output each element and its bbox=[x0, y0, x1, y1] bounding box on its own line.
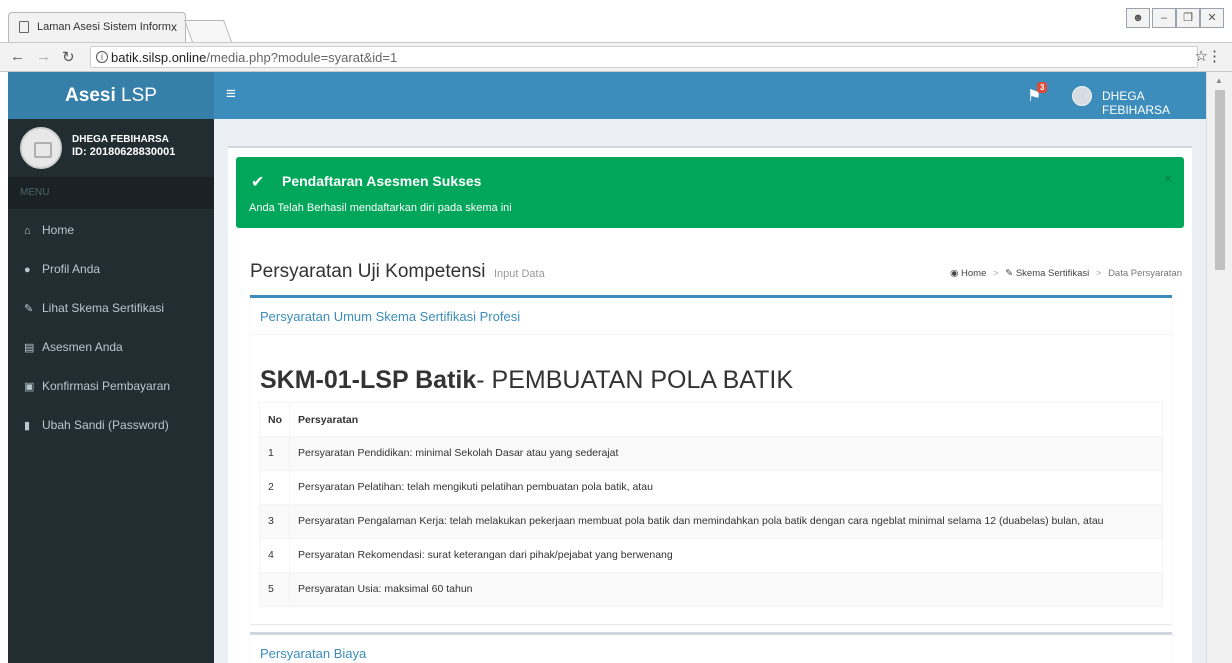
address-bar: ← → ↻ i batik.silsp.online/media.php?mod… bbox=[0, 42, 1232, 72]
sidebar-item-label: Konfirmasi Pembayaran bbox=[42, 379, 171, 393]
sidebar-item-profil[interactable]: ● Profil Anda bbox=[8, 250, 214, 288]
edit-icon: ✎ bbox=[24, 303, 34, 315]
table-row: 2 Persyaratan Pelatihan: telah mengikuti… bbox=[259, 470, 1163, 505]
breadcrumb-home[interactable]: Home bbox=[961, 268, 986, 279]
check-icon: ✔ bbox=[251, 174, 265, 191]
sidebar-item-asesmen[interactable]: ▤ Asesmen Anda bbox=[8, 328, 214, 366]
edit-icon: ✎ bbox=[1005, 268, 1014, 279]
reload-icon[interactable]: ↻ bbox=[62, 48, 75, 66]
page-icon bbox=[19, 21, 29, 33]
browser-tab[interactable]: Laman Asesi Sistem Inform x bbox=[8, 12, 186, 42]
browser-tab-bar: Laman Asesi Sistem Inform x ☻ – ❐ ✕ bbox=[0, 0, 1232, 42]
sidebar-item-password[interactable]: ▮ Ubah Sandi (Password) bbox=[8, 406, 214, 444]
cell-requirement: Persyaratan Pendidikan: minimal Sekolah … bbox=[289, 436, 1163, 471]
app-window: Asesi LSP ≡ ⚑ 3 DHEGA FEBIHARSA DHEGA FE… bbox=[8, 72, 1206, 663]
bookmark-star-icon[interactable]: ☆ bbox=[1195, 47, 1208, 65]
panel-user-id: ID: 20180628830001 bbox=[72, 146, 176, 158]
sidebar-item-home[interactable]: ⌂ Home bbox=[8, 211, 214, 249]
forward-icon[interactable]: → bbox=[36, 48, 51, 65]
tab-title: Laman Asesi Sistem Inform bbox=[37, 21, 171, 33]
requirements-box: Persyaratan Umum Skema Sertifikasi Profe… bbox=[250, 295, 1172, 624]
menu-header: MENU bbox=[8, 177, 214, 209]
home-icon: ⌂ bbox=[24, 225, 31, 237]
url-path: /media.php?module=syarat&id=1 bbox=[206, 50, 398, 65]
user-panel: DHEGA FEBIHARSA ID: 20180628830001 bbox=[8, 119, 214, 177]
breadcrumb-current: Data Persyaratan bbox=[1108, 268, 1182, 279]
success-alert: ✔ Pendaftaran Asesmen Sukses Anda Telah … bbox=[236, 157, 1184, 228]
alert-title: Pendaftaran Asesmen Sukses bbox=[282, 173, 482, 189]
cell-no: 3 bbox=[259, 504, 290, 539]
sidebar-item-skema[interactable]: ✎ Lihat Skema Sertifikasi bbox=[8, 289, 214, 327]
money-icon: ▣ bbox=[24, 381, 35, 393]
page-header: Persyaratan Uji Kompetensi Input Data bbox=[250, 261, 545, 283]
sidebar-toggle-icon[interactable]: ≡ bbox=[226, 84, 236, 104]
cell-no: 4 bbox=[259, 538, 290, 573]
url-domain: batik.silsp.online bbox=[111, 50, 207, 65]
column-header-persyaratan: Persyaratan bbox=[289, 402, 1163, 437]
schema-title: SKM-01-LSP Batik- PEMBUATAN POLA BATIK bbox=[260, 366, 794, 394]
profile-icon[interactable]: ☻ bbox=[1126, 8, 1150, 28]
sidebar-item-label: Asesmen Anda bbox=[42, 340, 123, 354]
new-tab-button[interactable] bbox=[183, 20, 233, 42]
minimize-icon[interactable]: – bbox=[1152, 8, 1176, 28]
requirements-table: No Persyaratan 1 Persyaratan Pendidikan:… bbox=[259, 402, 1163, 607]
table-row: 1 Persyaratan Pendidikan: minimal Sekola… bbox=[259, 436, 1163, 471]
back-icon[interactable]: ← bbox=[10, 48, 25, 65]
tab-close-icon[interactable]: x bbox=[171, 20, 177, 34]
url-input[interactable]: i batik.silsp.online/media.php?module=sy… bbox=[90, 46, 1198, 68]
notification-badge: 3 bbox=[1037, 82, 1048, 93]
sidebar-item-label: Home bbox=[42, 223, 75, 237]
scroll-up-icon[interactable]: ▲ bbox=[1215, 76, 1223, 85]
document-icon: ▤ bbox=[24, 342, 35, 354]
cell-requirement: Persyaratan Pengalaman Kerja: telah mela… bbox=[289, 504, 1163, 539]
cell-requirement: Persyaratan Rekomendasi: surat keteranga… bbox=[289, 538, 1163, 573]
cost-box: Persyaratan Biaya bbox=[250, 632, 1172, 663]
sidebar: DHEGA FEBIHARSA ID: 20180628830001 MENU … bbox=[8, 119, 214, 663]
app-logo[interactable]: Asesi LSP bbox=[8, 72, 214, 119]
column-header-no: No bbox=[259, 402, 290, 437]
window-close-icon[interactable]: ✕ bbox=[1200, 8, 1224, 28]
info-icon[interactable]: i bbox=[96, 51, 108, 63]
table-row: 4 Persyaratan Rekomendasi: surat keteran… bbox=[259, 538, 1163, 573]
user-avatar[interactable] bbox=[1072, 86, 1092, 106]
browser-menu-icon[interactable]: ⋮ bbox=[1207, 47, 1222, 65]
cell-requirement: Persyaratan Pelatihan: telah mengikuti p… bbox=[289, 470, 1163, 505]
table-row: 5 Persyaratan Usia: maksimal 60 tahun bbox=[259, 572, 1163, 607]
cell-no: 1 bbox=[259, 436, 290, 471]
top-navbar: ≡ ⚑ 3 DHEGA FEBIHARSA bbox=[214, 72, 1206, 119]
breadcrumb: ◉ Home > ✎ Skema Sertifikasi > Data Pers… bbox=[950, 268, 1182, 279]
sidebar-item-label: Lihat Skema Sertifikasi bbox=[42, 301, 165, 315]
sidebar-item-pembayaran[interactable]: ▣ Konfirmasi Pembayaran bbox=[8, 367, 214, 405]
scrollbar-thumb[interactable] bbox=[1215, 90, 1225, 270]
lock-icon: ▮ bbox=[24, 420, 31, 432]
cell-no: 2 bbox=[259, 470, 290, 505]
table-row: 3 Persyaratan Pengalaman Kerja: telah me… bbox=[259, 504, 1163, 539]
page-subtitle: Input Data bbox=[493, 268, 545, 280]
page-title: Persyaratan Uji Kompetensi bbox=[250, 261, 486, 282]
box-title: Persyaratan Umum Skema Sertifikasi Profe… bbox=[250, 298, 1172, 335]
sidebar-item-label: Profil Anda bbox=[42, 262, 101, 276]
box-title: Persyaratan Biaya bbox=[250, 635, 1172, 663]
breadcrumb-separator: > bbox=[993, 268, 999, 279]
cell-no: 5 bbox=[259, 572, 290, 607]
alert-close-icon[interactable]: × bbox=[1164, 171, 1172, 186]
dashboard-icon: ◉ bbox=[950, 268, 959, 279]
alert-message: Anda Telah Berhasil mendaftarkan diri pa… bbox=[249, 202, 512, 214]
sidebar-item-label: Ubah Sandi (Password) bbox=[42, 418, 169, 432]
maximize-icon[interactable]: ❐ bbox=[1176, 8, 1200, 28]
avatar bbox=[20, 127, 62, 169]
main-content: ✔ Pendaftaran Asesmen Sukses Anda Telah … bbox=[214, 119, 1206, 663]
cell-requirement: Persyaratan Usia: maksimal 60 tahun bbox=[289, 572, 1163, 607]
user-icon: ● bbox=[24, 264, 31, 276]
panel-user-name: DHEGA FEBIHARSA bbox=[72, 134, 169, 145]
content-box: ✔ Pendaftaran Asesmen Sukses Anda Telah … bbox=[228, 146, 1192, 663]
table-header-row: No Persyaratan bbox=[259, 402, 1163, 437]
breadcrumb-separator: > bbox=[1095, 268, 1102, 279]
page-scrollbar[interactable]: ▲ bbox=[1206, 72, 1232, 663]
breadcrumb-skema[interactable]: Skema Sertifikasi bbox=[1016, 268, 1089, 279]
user-menu-name[interactable]: DHEGA FEBIHARSA bbox=[1102, 89, 1206, 117]
